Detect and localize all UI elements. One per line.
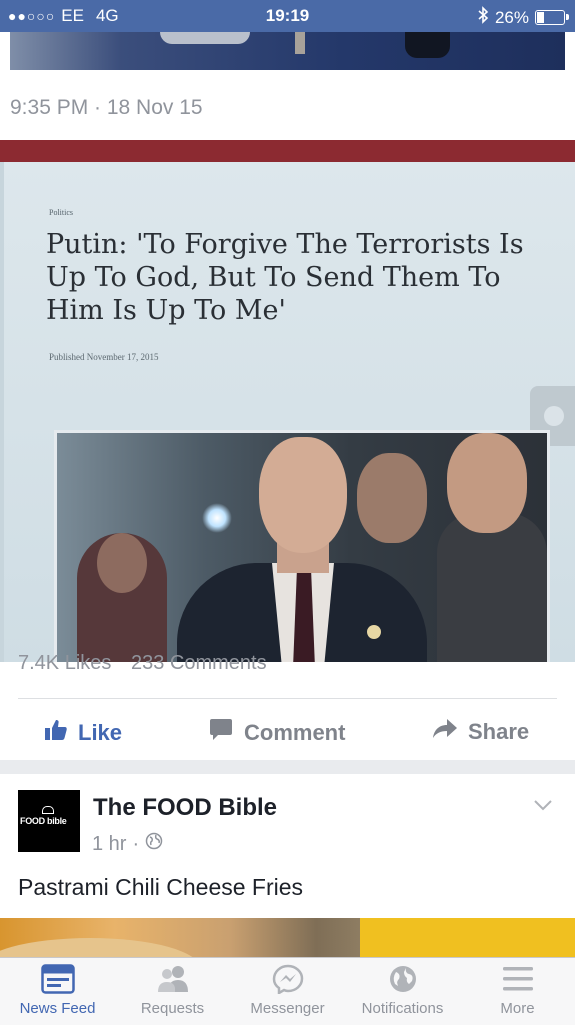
likes-count[interactable]: 7.4K Likes (18, 652, 111, 674)
share-button[interactable]: Share (432, 718, 529, 746)
post-card: 9:35 PM · 18 Nov 15 Politics Putin: 'To … (0, 32, 575, 760)
like-label: Like (78, 720, 123, 745)
tab-label: Messenger (250, 1000, 325, 1017)
previous-post-image[interactable] (10, 32, 565, 70)
post-meta: 1 hr · (92, 832, 163, 856)
article-section-label: Politics (49, 208, 74, 217)
article-headline: Putin: 'To Forgive The Terrorists Is Up … (46, 229, 524, 326)
tab-more[interactable]: More (460, 964, 575, 1017)
background-person (437, 433, 547, 662)
tab-label: Notifications (361, 1000, 444, 1017)
main-person (177, 433, 427, 662)
globe-icon (345, 964, 460, 994)
post-actions: Like Comment Share (0, 712, 575, 754)
page-name[interactable]: The FOOD Bible (93, 794, 277, 822)
tab-label: More (500, 1000, 535, 1017)
status-bar: ●●○○○ EE 4G 19:19 26% (0, 0, 575, 32)
messenger-icon (230, 964, 345, 994)
post-card: FOOD bible The FOOD Bible 1 hr · Pastram… (0, 774, 575, 964)
comment-label: Comment (244, 720, 346, 745)
like-button[interactable]: Like (44, 718, 122, 748)
comments-count[interactable]: 233 Comments (131, 652, 267, 674)
divider (18, 698, 557, 699)
share-arrow-icon (432, 718, 458, 746)
page-avatar[interactable]: FOOD bible (18, 790, 80, 852)
logo-text: FOOD bible (20, 816, 67, 826)
tab-requests[interactable]: Requests (115, 964, 230, 1017)
background-person (77, 533, 167, 662)
post-timestamp: 9:35 PM · 18 Nov 15 (10, 96, 203, 119)
chevron-down-icon[interactable] (533, 798, 553, 816)
post-stats: 7.4K Likes 233 Comments (18, 652, 281, 675)
tab-bar: News Feed Requests Messenger Notificatio… (0, 957, 575, 1025)
meta-separator: · (132, 832, 140, 855)
article-published-date: Published November 17, 2015 (49, 352, 159, 362)
thumbs-up-icon (44, 718, 68, 748)
battery-percent: 26% (494, 7, 529, 27)
battery-icon (535, 10, 569, 25)
status-bar-right: 26% (477, 6, 569, 29)
menu-icon (460, 964, 575, 994)
tab-notifications[interactable]: Notifications (345, 964, 460, 1017)
bluetooth-icon (477, 6, 489, 29)
post-time[interactable]: 1 hr (92, 833, 126, 856)
post-photo[interactable]: Politics Putin: 'To Forgive The Terroris… (0, 140, 575, 662)
news-feed-icon (0, 964, 115, 994)
article-photo (54, 430, 550, 662)
globe-privacy-icon (145, 832, 163, 856)
tab-news-feed[interactable]: News Feed (0, 964, 115, 1017)
share-label: Share (468, 719, 530, 744)
chef-hat-icon (42, 806, 54, 814)
article-page: Politics Putin: 'To Forgive The Terroris… (4, 162, 575, 662)
photo-header-bar (0, 140, 575, 162)
tab-label: Requests (140, 1000, 205, 1017)
tab-messenger[interactable]: Messenger (230, 964, 345, 1017)
comment-icon (208, 718, 234, 748)
tab-label: News Feed (19, 1000, 96, 1017)
post-text: Pastrami Chili Cheese Fries (18, 874, 304, 900)
friend-requests-icon (115, 964, 230, 994)
comment-button[interactable]: Comment (208, 718, 345, 748)
